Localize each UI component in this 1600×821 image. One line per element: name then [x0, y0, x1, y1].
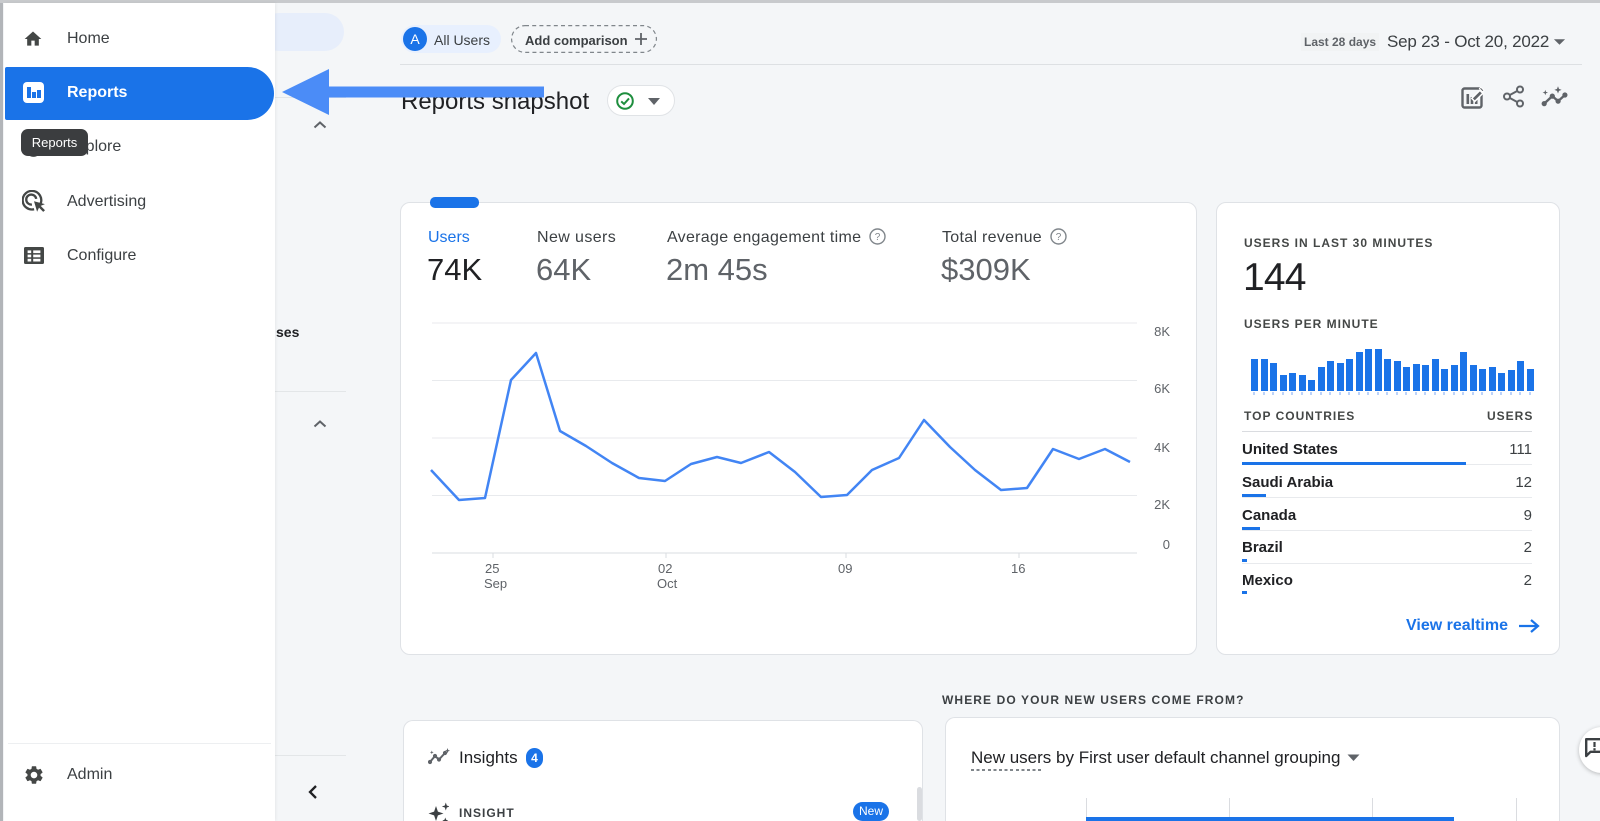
svg-text:16: 16 — [1011, 561, 1025, 576]
svg-text:09: 09 — [838, 561, 852, 576]
svg-text:25: 25 — [485, 561, 499, 576]
svg-text:Sep: Sep — [484, 576, 507, 591]
svg-text:02: 02 — [658, 561, 672, 576]
svg-text:2K: 2K — [1154, 497, 1170, 512]
svg-text:8K: 8K — [1154, 324, 1170, 339]
svg-text:4K: 4K — [1154, 440, 1170, 455]
svg-text:Oct: Oct — [657, 576, 678, 591]
svg-text:0: 0 — [1163, 537, 1170, 552]
svg-text:6K: 6K — [1154, 381, 1170, 396]
